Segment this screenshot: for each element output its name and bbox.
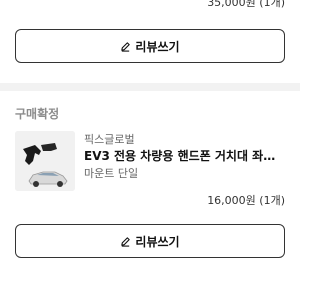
pencil-icon (121, 236, 131, 247)
top-item-price: 35,000원 (1개) (207, 0, 285, 9)
review-button-label: 리뷰쓰기 (135, 39, 180, 54)
review-button-bottom[interactable]: 리뷰쓰기 (15, 224, 285, 258)
order-status: 구매확정 (15, 107, 60, 121)
section-divider (0, 83, 300, 91)
order-list-page: 35,000원 (1개) 리뷰쓰기 구매확정 픽스글로벌 EV3 전용 차량용 … (0, 0, 300, 300)
product-image (15, 131, 75, 191)
review-button-label: 리뷰쓰기 (135, 234, 180, 249)
product-price: 16,000원 (1개) (207, 194, 285, 207)
pencil-icon (121, 41, 131, 52)
review-button-top[interactable]: 리뷰쓰기 (15, 29, 285, 63)
product-option: 마운트 단일 (84, 167, 139, 180)
product-thumbnail[interactable] (15, 131, 75, 191)
product-brand: 픽스글로벌 (84, 133, 135, 146)
product-name[interactable]: EV3 전용 차량용 핸드폰 거치대 좌측 마운트 (84, 147, 284, 164)
